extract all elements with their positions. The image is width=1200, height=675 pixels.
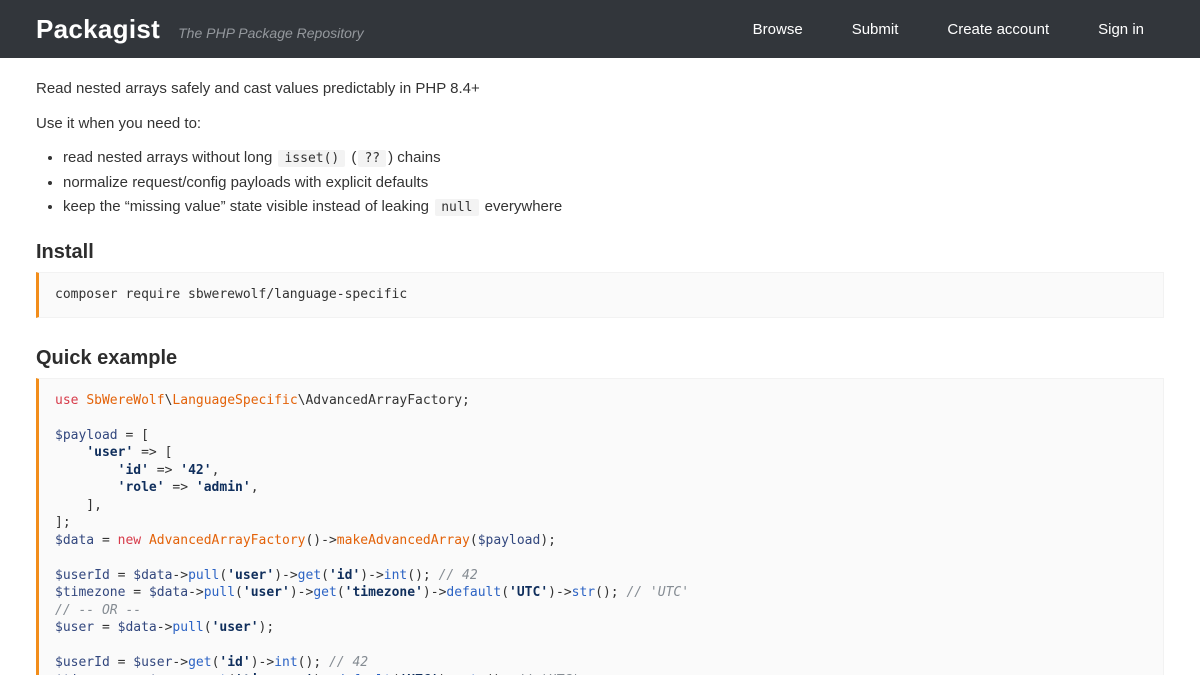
list-item: normalize request/config payloads with e… [63,171,1164,195]
page: Packagist The PHP Package Repository Bro… [0,0,1200,675]
site-tagline: The PHP Package Repository [178,25,363,41]
use-when-paragraph: Use it when you need to: [36,115,1164,133]
brand: Packagist The PHP Package Repository [36,14,364,45]
quick-example-heading: Quick example [36,346,1164,370]
bullet-list: read nested arrays without long isset() … [36,146,1164,220]
readme-content: Read nested arrays safely and cast value… [0,58,1200,675]
nav-submit[interactable]: Submit [852,21,899,38]
nav-browse[interactable]: Browse [753,21,803,38]
nav-create-account[interactable]: Create account [947,21,1049,38]
list-item: read nested arrays without long isset() … [63,146,1164,171]
main-nav: Browse Submit Create account Sign in [753,21,1144,38]
install-code-block: composer require sbwerewolf/language-spe… [36,272,1164,318]
intro-paragraph: Read nested arrays safely and cast value… [36,80,1164,98]
list-item: keep the “missing value” state visible i… [63,195,1164,220]
install-heading: Install [36,240,1164,264]
packagist-logo[interactable]: Packagist [36,14,160,45]
header: Packagist The PHP Package Repository Bro… [0,0,1200,58]
example-code-block: use SbWereWolf\LanguageSpecific\Advanced… [36,378,1164,675]
nav-sign-in[interactable]: Sign in [1098,21,1144,38]
